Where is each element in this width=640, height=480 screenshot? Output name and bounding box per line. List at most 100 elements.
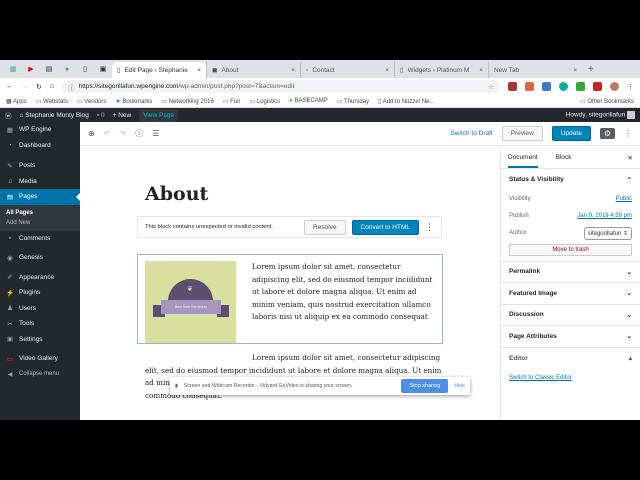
switch-to-draft-button[interactable]: Switch to Draft: [450, 130, 492, 137]
close-icon[interactable]: ×: [385, 67, 389, 74]
close-icon[interactable]: ×: [197, 67, 201, 74]
howdy-account[interactable]: Howdy, sitegorillafun: [566, 111, 635, 119]
youtube-tab-icon[interactable]: ▶: [24, 62, 38, 76]
close-icon[interactable]: ×: [479, 67, 483, 74]
extension-icon[interactable]: [593, 82, 602, 91]
sidebar-sub-add-new[interactable]: Add New: [0, 218, 80, 228]
stop-sharing-button[interactable]: Stop sharing: [401, 379, 449, 393]
tab-edit-page[interactable]: ▯ Edit Page ‹ Stephanie ×: [112, 62, 206, 78]
ribbon-banner: Best New Gardenias: [161, 300, 221, 314]
status-visibility-toggle[interactable]: Status & Visibility ⌃: [501, 169, 640, 191]
view-page-link[interactable]: View Page: [139, 108, 179, 122]
wordpress-logo-icon[interactable]: ⓦ: [5, 110, 12, 120]
bookmark-apps[interactable]: ▦ Apps: [6, 98, 27, 105]
visibility-link[interactable]: Public: [616, 196, 632, 202]
permalink-section[interactable]: Permalink ⌄: [501, 262, 640, 283]
collapse-menu-button[interactable]: ◀ Collapse menu: [0, 367, 80, 383]
sidebar-sub-all-pages[interactable]: All Pages: [0, 208, 80, 218]
star-icon[interactable]: ☆: [488, 83, 494, 91]
more-options-icon[interactable]: ⋮: [624, 129, 632, 138]
bookmark-folder[interactable]: ▭ Vendors: [77, 98, 106, 105]
resolve-button[interactable]: Resolve: [304, 219, 346, 235]
close-icon[interactable]: ×: [291, 67, 295, 74]
url-input[interactable]: ⓘ https://sitegorillafun.wpengine.com/wp-…: [62, 80, 500, 93]
featured-image-section[interactable]: Featured Image ⌄: [501, 283, 640, 305]
new-tab-icon[interactable]: +: [588, 64, 594, 75]
tab-new[interactable]: New Tab ×: [488, 62, 582, 78]
site-name-link[interactable]: ⌂ Stephanie Monty Blog: [20, 112, 89, 119]
grammarly-icon[interactable]: [559, 82, 568, 91]
update-button[interactable]: Update: [551, 126, 591, 141]
outline-icon[interactable]: ☰: [152, 129, 159, 138]
extension-icon[interactable]: [542, 82, 551, 91]
bookmark-folder[interactable]: ▭ Webstats: [36, 98, 68, 105]
bookmark-folder[interactable]: ▭ Fun: [223, 98, 241, 105]
bookmark-folder[interactable]: ▭ Thursday: [337, 98, 369, 105]
comments-link[interactable]: ▪ 0: [97, 112, 105, 119]
page-icon: ▯: [400, 67, 404, 74]
sidebar-item-posts[interactable]: ✎ Posts: [0, 158, 80, 174]
pinned-tab-icon[interactable]: ●: [60, 62, 74, 76]
forward-icon[interactable]: →: [21, 83, 28, 90]
extension-icon[interactable]: [508, 82, 517, 91]
tab-about[interactable]: ◼ About ×: [206, 62, 300, 78]
sidebar-item-plugins[interactable]: ⚡ Plugins: [0, 285, 80, 301]
menu-icon[interactable]: ⋮: [627, 83, 634, 91]
bookmark-star[interactable]: ★ Bookmarks: [115, 98, 152, 105]
sidebar-item-dashboard[interactable]: ◔ Dashboard: [0, 138, 80, 154]
info-icon[interactable]: ⓘ: [135, 128, 143, 139]
sidebar-item-appearance[interactable]: ✐ Appearance: [0, 270, 80, 286]
page-attributes-section[interactable]: Page Attributes ⌄: [501, 326, 640, 348]
other-bookmarks[interactable]: ▭ Other Bookmarks: [580, 98, 634, 105]
hide-button[interactable]: Hide: [454, 383, 465, 389]
close-panel-icon[interactable]: ✕: [628, 154, 633, 162]
new-link[interactable]: + New: [113, 112, 132, 119]
sidebar-item-wp-engine[interactable]: ▦ WP Engine: [0, 122, 80, 138]
gardenia-image[interactable]: ❦ Best New Gardenias: [145, 261, 236, 343]
block-paragraph[interactable]: Lorem ipsum dolor sit amet, consectetur …: [252, 261, 435, 337]
discussion-section[interactable]: Discussion ⌄: [501, 305, 640, 326]
sidebar-item-pages[interactable]: ▤ Pages: [0, 189, 80, 205]
add-block-icon[interactable]: ⊕: [88, 129, 95, 138]
sidebar-item-genesis[interactable]: ◉ Genesis: [0, 250, 80, 266]
publish-date-link[interactable]: Jan 9, 2019 4:59 pm: [577, 213, 632, 219]
sidebar-item-tools[interactable]: ✂ Tools: [0, 316, 80, 332]
reload-icon[interactable]: ↻: [36, 83, 42, 91]
move-to-trash-button[interactable]: Move to trash: [509, 243, 632, 256]
page-title[interactable]: About: [145, 183, 208, 205]
bookmark-folder[interactable]: ▭ Networking 2016: [161, 98, 213, 105]
sidebar-item-settings[interactable]: ▣ Settings: [0, 332, 80, 348]
extension-icon[interactable]: [576, 82, 585, 91]
sidebar-item-comments[interactable]: ▪ Comments: [0, 231, 80, 247]
preview-button[interactable]: Preview: [501, 126, 543, 141]
tab-document[interactable]: Document: [508, 148, 538, 168]
switch-to-classic-link[interactable]: Switch to Classic Editor: [509, 375, 572, 381]
back-icon[interactable]: ←: [6, 83, 13, 90]
home-icon[interactable]: ⌂: [50, 83, 54, 90]
tab-widgets[interactable]: ▯ Widgets ‹ Platinum M ×: [394, 62, 488, 78]
sidebar-item-media[interactable]: ♫ Media: [0, 174, 80, 190]
pinned-tab-icon[interactable]: ▤: [42, 62, 56, 76]
pinned-tab-icon[interactable]: ▣: [96, 62, 110, 76]
settings-gear-icon[interactable]: ⚙: [599, 128, 615, 139]
sidebar-item-users[interactable]: ♟ Users: [0, 301, 80, 317]
media-text-block[interactable]: ❦ Best New Gardenias Lorem ipsum dolor s…: [137, 254, 443, 344]
page-icon: ▯: [117, 67, 121, 74]
sidebar-item-video-gallery[interactable]: ▭ Video Gallery: [0, 351, 80, 367]
page-tab-icon[interactable]: ▯: [78, 62, 92, 76]
bookmark-folder[interactable]: ▭ Logistics: [249, 98, 280, 105]
convert-to-html-button[interactable]: Convert to HTML: [351, 219, 419, 235]
extension-icon[interactable]: [525, 82, 534, 91]
bookmark-page[interactable]: ▯ Add to Nuzzel Ne...: [378, 98, 434, 105]
undo-icon[interactable]: ↶: [104, 129, 111, 138]
profile-avatar[interactable]: [610, 82, 619, 91]
author-select[interactable]: sitegorillafun ⇕: [583, 226, 632, 240]
pinned-tab-icon[interactable]: ▦: [6, 62, 20, 76]
close-icon[interactable]: ×: [573, 67, 577, 74]
editor-section[interactable]: Editor ▴: [501, 348, 640, 370]
redo-icon[interactable]: ↷: [119, 129, 126, 138]
tab-block[interactable]: Block: [556, 154, 572, 161]
tab-contact[interactable]: ▫ Contact ×: [300, 62, 394, 78]
block-more-icon[interactable]: ⋮: [425, 222, 434, 233]
bookmark-basecamp[interactable]: ● BASECAMP: [289, 98, 328, 104]
